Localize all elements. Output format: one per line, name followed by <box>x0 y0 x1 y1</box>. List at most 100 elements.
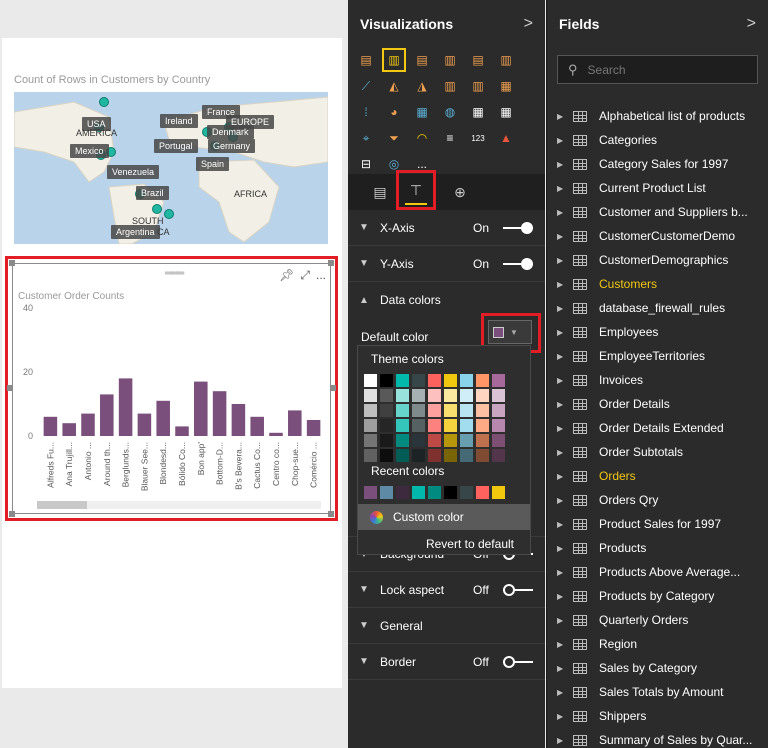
expand-triangle-icon[interactable]: ▶ <box>557 496 573 505</box>
theme-color-swatch[interactable] <box>460 419 473 432</box>
field-table-row[interactable]: ▶ Order Subtotals <box>547 440 768 464</box>
field-table-row[interactable]: ▶ Sales Totals by Amount <box>547 680 768 704</box>
theme-color-swatch[interactable] <box>492 404 505 417</box>
expand-triangle-icon[interactable]: ▶ <box>557 400 573 409</box>
theme-color-swatch[interactable] <box>412 419 425 432</box>
expand-triangle-icon[interactable]: ▶ <box>557 712 573 721</box>
treemap-icon[interactable]: ▦ <box>412 102 432 122</box>
expand-triangle-icon[interactable]: ▶ <box>557 544 573 553</box>
bar[interactable] <box>231 404 246 436</box>
theme-color-swatch[interactable] <box>444 374 457 387</box>
line-chart-icon[interactable]: ⟋ <box>356 76 376 96</box>
custom-color-button[interactable]: Custom color <box>358 504 530 530</box>
expand-triangle-icon[interactable]: ▶ <box>557 184 573 193</box>
theme-color-swatch[interactable] <box>428 434 441 447</box>
bar[interactable] <box>250 416 264 436</box>
tab-fields-wells[interactable]: ▤ <box>362 174 398 210</box>
card-icon[interactable]: 123 <box>468 128 488 148</box>
expand-triangle-icon[interactable]: ▶ <box>557 520 573 529</box>
theme-color-swatch[interactable] <box>364 434 377 447</box>
field-table-row[interactable]: ▶ Products <box>547 536 768 560</box>
bar[interactable] <box>306 420 321 436</box>
theme-color-swatch[interactable] <box>428 374 441 387</box>
theme-color-swatch[interactable] <box>444 419 457 432</box>
kpi-icon[interactable]: ▲ <box>496 128 516 148</box>
theme-color-swatch[interactable] <box>476 419 489 432</box>
recent-color-swatch[interactable] <box>428 486 441 499</box>
area-chart-icon[interactable]: ◭ <box>384 76 404 96</box>
table-icon[interactable]: ▦ <box>468 102 488 122</box>
bar[interactable] <box>194 381 208 436</box>
theme-color-swatch[interactable] <box>364 404 377 417</box>
expand-triangle-icon[interactable]: ▶ <box>557 304 573 313</box>
tab-analytics[interactable]: ⊕ <box>442 174 478 210</box>
tab-format-paint-roller[interactable]: ⊤ <box>396 170 436 210</box>
funnel-icon[interactable]: ⏷ <box>384 128 404 148</box>
expand-triangle-icon[interactable]: ▶ <box>557 208 573 217</box>
bar[interactable] <box>62 423 76 436</box>
clustered-column-icon[interactable]: ▥ <box>440 50 460 70</box>
theme-color-swatch[interactable] <box>428 449 441 462</box>
theme-color-swatch[interactable] <box>380 404 393 417</box>
recent-color-swatch[interactable] <box>412 486 425 499</box>
theme-color-swatch[interactable] <box>396 419 409 432</box>
field-table-row[interactable]: ▶ Products by Category <box>547 584 768 608</box>
field-table-row[interactable]: ▶ Orders <box>547 464 768 488</box>
theme-color-swatch[interactable] <box>412 389 425 402</box>
field-table-row[interactable]: ▶ Current Product List <box>547 176 768 200</box>
theme-color-swatch[interactable] <box>396 404 409 417</box>
field-table-row[interactable]: ▶ Product Sales for 1997 <box>547 512 768 536</box>
theme-color-swatch[interactable] <box>476 404 489 417</box>
field-table-row[interactable]: ▶ Customer and Suppliers b... <box>547 200 768 224</box>
matrix-icon[interactable]: ▦ <box>496 102 516 122</box>
recent-color-swatch[interactable] <box>444 486 457 499</box>
recent-color-swatch[interactable] <box>380 486 393 499</box>
expand-triangle-icon[interactable]: ▶ <box>557 136 573 145</box>
expand-triangle-icon[interactable]: ▶ <box>557 232 573 241</box>
field-table-row[interactable]: ▶ Region <box>547 632 768 656</box>
expand-triangle-icon[interactable]: ▶ <box>557 112 573 121</box>
resize-handle-left[interactable] <box>7 385 13 391</box>
field-table-row[interactable]: ▶ Invoices <box>547 368 768 392</box>
theme-color-swatch[interactable] <box>396 389 409 402</box>
theme-color-swatch[interactable] <box>444 449 457 462</box>
bar[interactable] <box>212 391 227 436</box>
bar[interactable] <box>175 426 189 436</box>
y-axis-toggle[interactable] <box>503 257 533 270</box>
theme-color-swatch[interactable] <box>460 404 473 417</box>
expand-triangle-icon[interactable]: ▶ <box>557 352 573 361</box>
field-table-row[interactable]: ▶ CustomerDemographics <box>547 248 768 272</box>
map-bubble[interactable] <box>99 97 109 107</box>
gauge-icon[interactable]: ◠ <box>412 128 432 148</box>
bar[interactable] <box>156 400 170 436</box>
theme-color-swatch[interactable] <box>380 449 393 462</box>
theme-color-swatch[interactable] <box>444 389 457 402</box>
theme-color-swatch[interactable] <box>492 419 505 432</box>
line-column-icon[interactable]: ▥ <box>440 76 460 96</box>
theme-color-swatch[interactable] <box>380 434 393 447</box>
expand-triangle-icon[interactable]: ▶ <box>557 592 573 601</box>
expand-triangle-icon[interactable]: ▶ <box>557 616 573 625</box>
map-visual[interactable]: USA France Ireland EUROPE Denmark Portugal Ger… <box>14 92 328 244</box>
stacked-bar-icon[interactable]: ▤ <box>356 50 376 70</box>
section-border[interactable]: ▼ Border Off <box>348 644 545 680</box>
expand-triangle-icon[interactable]: ▶ <box>557 280 573 289</box>
theme-color-swatch[interactable] <box>412 434 425 447</box>
theme-color-swatch[interactable] <box>380 389 393 402</box>
theme-color-swatch[interactable] <box>364 389 377 402</box>
field-table-row[interactable]: ▶ Order Details <box>547 392 768 416</box>
stacked-area-icon[interactable]: ◮ <box>412 76 432 96</box>
field-table-row[interactable]: ▶ Orders Qry <box>547 488 768 512</box>
theme-color-swatch[interactable] <box>476 389 489 402</box>
ribbon-chart-icon[interactable]: ▦ <box>496 76 516 96</box>
theme-color-swatch[interactable] <box>460 434 473 447</box>
expand-triangle-icon[interactable]: ▶ <box>557 256 573 265</box>
recent-color-swatch[interactable] <box>364 486 377 499</box>
bar[interactable] <box>118 378 133 436</box>
collapse-fields-icon[interactable]: > <box>747 15 756 33</box>
theme-color-swatch[interactable] <box>412 404 425 417</box>
resize-handle-tr[interactable] <box>328 260 334 266</box>
section-y-axis[interactable]: ▼ Y-Axis On <box>348 246 545 282</box>
field-table-row[interactable]: ▶ database_firewall_rules <box>547 296 768 320</box>
theme-color-swatch[interactable] <box>412 374 425 387</box>
